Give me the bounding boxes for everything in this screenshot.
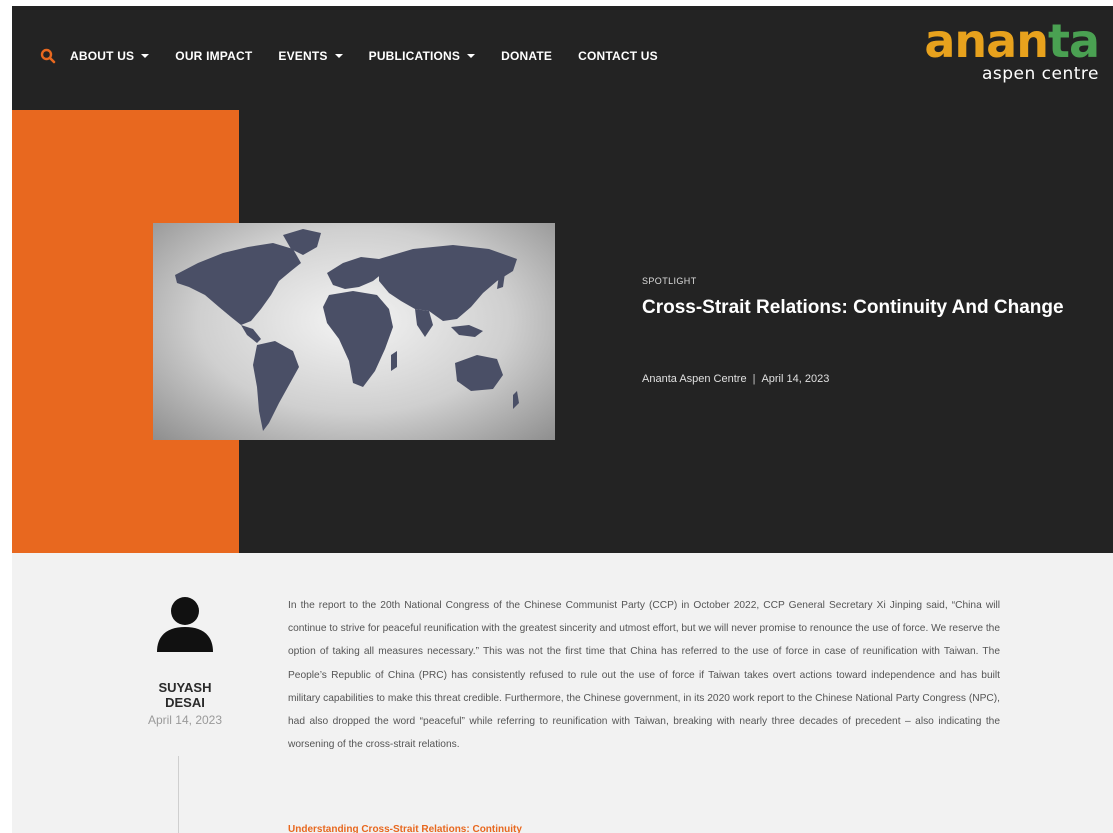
map-asia bbox=[379, 245, 517, 321]
map-europe bbox=[327, 257, 383, 289]
map-south-america bbox=[253, 341, 299, 431]
world-map-image bbox=[153, 223, 555, 440]
nav-contact-us[interactable]: CONTACT US bbox=[578, 49, 658, 63]
publish-date: April 14, 2023 bbox=[761, 373, 830, 385]
chevron-down-icon bbox=[141, 54, 150, 58]
nav-publications[interactable]: PUBLICATIONS bbox=[369, 49, 476, 63]
map-central-america bbox=[241, 325, 261, 343]
meta-separator: | bbox=[752, 373, 756, 385]
map-north-america bbox=[175, 243, 301, 325]
map-new-zealand bbox=[513, 391, 519, 409]
search-icon[interactable] bbox=[40, 48, 56, 64]
site-logo[interactable]: ananta aspen centre bbox=[924, 18, 1100, 84]
article-subheading: Understanding Cross-Strait Relations: Co… bbox=[288, 824, 522, 833]
author-date: April 14, 2023 bbox=[147, 713, 223, 727]
logo-wordmark: ananta bbox=[924, 18, 1100, 64]
user-avatar-icon bbox=[157, 597, 213, 652]
nav-our-impact[interactable]: OUR IMPACT bbox=[175, 49, 252, 63]
article-paragraph: In the report to the 20th National Congr… bbox=[288, 600, 1000, 751]
chevron-down-icon bbox=[467, 54, 476, 58]
main-nav: ABOUT US OUR IMPACT EVENTS PUBLICATIONS … bbox=[40, 48, 684, 64]
map-australia bbox=[455, 355, 503, 391]
nav-events[interactable]: EVENTS bbox=[278, 49, 343, 63]
nav-donate[interactable]: DONATE bbox=[501, 49, 552, 63]
page-frame: ABOUT US OUR IMPACT EVENTS PUBLICATIONS … bbox=[12, 6, 1113, 833]
author-card: SUYASH DESAI April 14, 2023 bbox=[130, 594, 240, 727]
author-name[interactable]: SUYASH DESAI bbox=[130, 680, 240, 710]
site-header: ABOUT US OUR IMPACT EVENTS PUBLICATIONS … bbox=[12, 6, 1113, 110]
page-title: Cross-Strait Relations: Continuity And C… bbox=[642, 297, 1064, 318]
chevron-down-icon bbox=[334, 54, 343, 58]
map-se-asia bbox=[451, 325, 483, 337]
map-india bbox=[415, 309, 433, 337]
hero-section: SPOTLIGHT Cross-Strait Relations: Contin… bbox=[12, 110, 1113, 553]
post-meta: Ananta Aspen Centre | April 14, 2023 bbox=[642, 373, 829, 385]
category-label[interactable]: SPOTLIGHT bbox=[642, 276, 697, 286]
publisher-link[interactable]: Ananta Aspen Centre bbox=[642, 373, 747, 385]
author-divider bbox=[178, 756, 179, 833]
nav-about-us[interactable]: ABOUT US bbox=[70, 49, 150, 63]
map-africa bbox=[323, 291, 393, 387]
map-madagascar bbox=[391, 351, 397, 371]
logo-main-text: ananta bbox=[924, 14, 1100, 68]
